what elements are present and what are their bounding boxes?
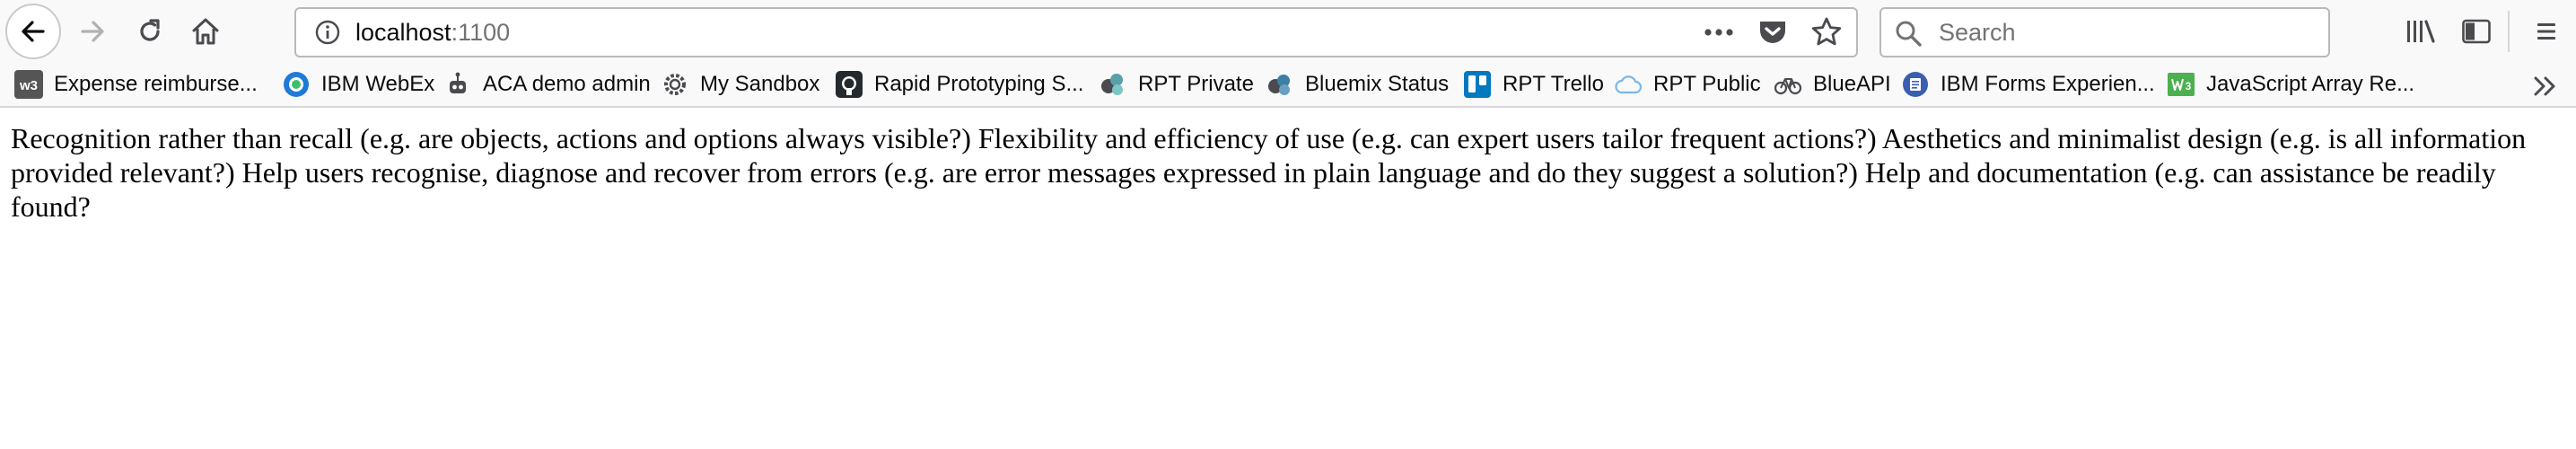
bookmark-item[interactable]: Rapid Prototyping S... [835,66,1083,102]
reload-button[interactable] [127,9,172,54]
heuristics-text: Recognition rather than recall (e.g. are… [11,122,2527,223]
svg-text:w3: w3 [19,78,38,93]
url-text[interactable]: localhost:1100 [355,9,510,56]
bluemix-icon [1266,70,1294,99]
back-arrow-icon [22,21,45,42]
star-icon [1811,17,1842,46]
pocket-icon [1760,22,1785,43]
bookmark-item[interactable]: w3 Expense reimburse... [14,66,258,102]
page-actions [1702,14,1844,50]
hamburger-menu-icon [2537,23,2555,40]
bookmark-label: Bluemix Status [1305,72,1450,96]
cloud-icon [1614,70,1643,99]
search-bar[interactable] [1879,7,2330,57]
page-actions-button[interactable] [1702,15,1736,49]
bookmark-item[interactable]: RPT Trello [1463,66,1604,102]
bookmark-item[interactable]: IBM Forms Experien... [1901,66,2155,102]
bookmark-label: JavaScript Array Re... [2206,72,2415,96]
home-button[interactable] [183,9,228,54]
trello-icon [1463,70,1492,99]
search-icon [1894,19,1923,48]
bookmark-label: ACA demo admin [483,72,651,96]
url-port: :1100 [451,19,511,46]
library-button[interactable] [2400,11,2441,52]
bookmark-label: IBM WebEx [321,72,435,96]
search-input[interactable] [1937,11,2314,54]
bookmark-label: IBM Forms Experien... [1941,72,2155,96]
bookmark-item[interactable]: Bluemix Status [1266,66,1449,102]
webex-icon [282,70,311,99]
forward-arrow-icon [81,21,104,42]
bookmark-item[interactable]: ACA demo admin [443,66,651,102]
rpt-icon [1099,70,1127,99]
home-icon [192,18,219,45]
forms-icon [1901,70,1930,99]
bookmark-label: RPT Private [1138,72,1254,96]
bookmark-item[interactable]: RPT Private [1099,66,1254,102]
w3schools-icon: 3 [2167,70,2195,99]
bookmark-label: RPT Public [1653,72,1761,96]
sidebar-icon [2462,19,2491,44]
bookmark-label: My Sandbox [700,72,820,96]
robot-icon [443,70,472,99]
menu-button[interactable] [2526,11,2567,52]
toolbar-divider [2508,11,2510,52]
bookmark-item[interactable]: My Sandbox [661,66,819,102]
bicycle-icon [1774,70,1802,99]
w3-icon: w3 [14,70,43,99]
github-icon [835,70,863,99]
bookmark-label: Rapid Prototyping S... [874,72,1084,96]
info-icon[interactable] [314,19,341,46]
url-host: localhost [355,19,451,46]
svg-text:3: 3 [2186,80,2192,92]
bookmark-item[interactable]: BlueAPI [1774,66,1891,102]
browser-toolbar: localhost:1100 [0,0,2576,63]
gear-icon [661,70,689,99]
bookmark-item[interactable]: IBM WebEx [282,66,434,102]
address-bar[interactable]: localhost:1100 [294,7,1858,57]
bookmark-star-button[interactable] [1809,15,1844,49]
pocket-button[interactable] [1756,15,1790,49]
chevron-double-right-icon [2534,76,2555,96]
bookmark-label: Expense reimburse... [54,72,258,96]
bookmark-item[interactable]: RPT Public [1614,66,1761,102]
page-content: Recognition rather than recall (e.g. are… [0,110,2576,449]
more-icon [1704,29,1733,36]
reload-icon [140,19,160,41]
bookmark-label: BlueAPI [1813,72,1891,96]
bookmark-item[interactable]: 3 JavaScript Array Re... [2167,66,2414,102]
bookmark-label: RPT Trello [1503,72,1604,96]
sidebar-button[interactable] [2456,11,2497,52]
back-button[interactable] [5,4,61,59]
bookmarks-overflow-button[interactable] [2528,70,2563,102]
bookmarks-toolbar: w3 Expense reimburse... IBM WebEx ACA de… [0,63,2576,108]
forward-button[interactable] [70,9,115,54]
library-icon [2407,20,2435,43]
